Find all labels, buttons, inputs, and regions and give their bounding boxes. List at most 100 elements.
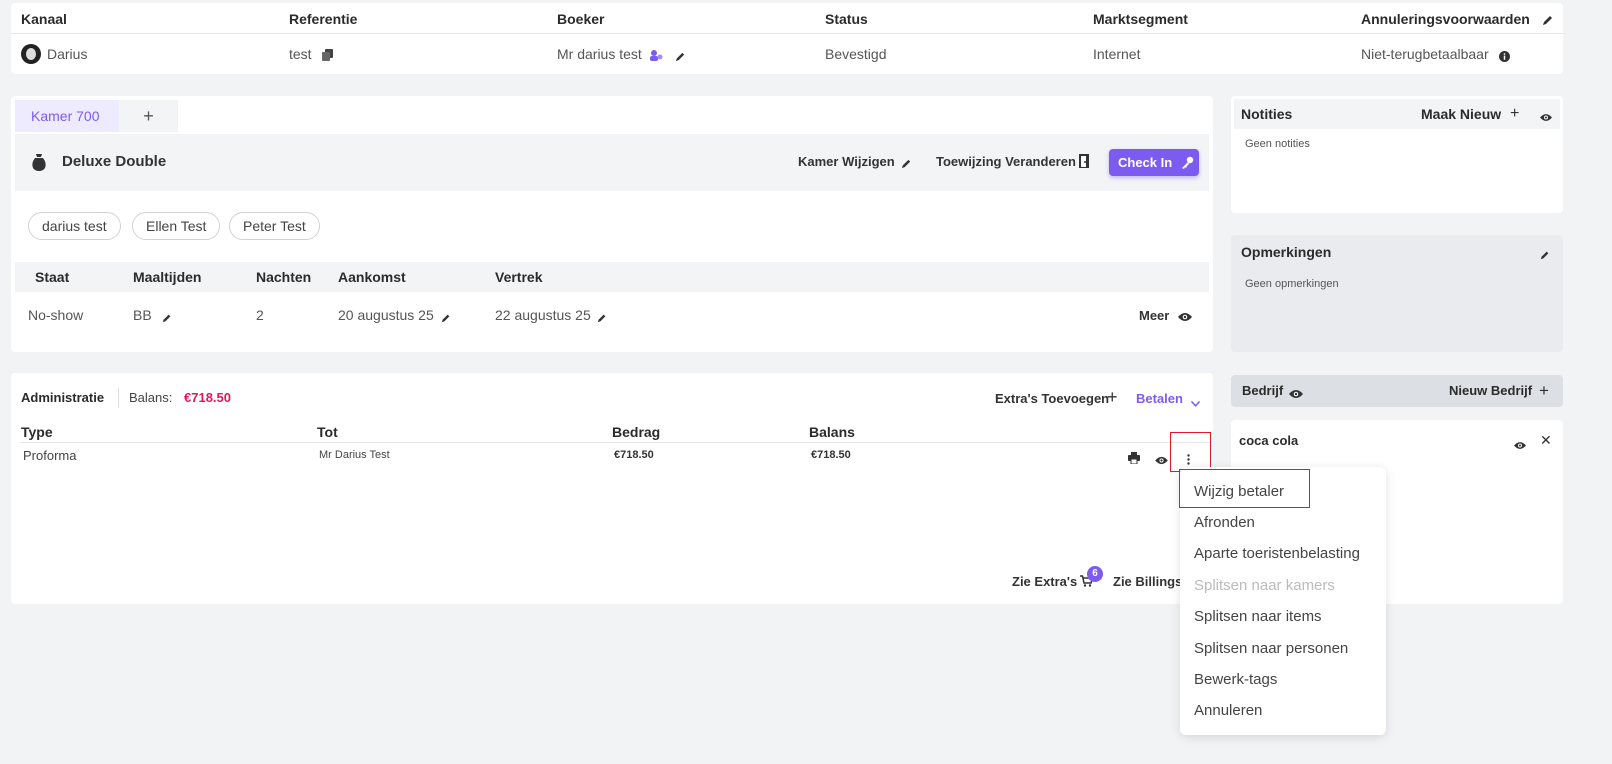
notes-title: Notities: [1241, 106, 1293, 122]
see-billings-button[interactable]: Zie Billings: [1113, 574, 1182, 589]
add-room-tab[interactable]: +: [119, 100, 178, 132]
header-divider: [11, 33, 1563, 34]
state-value: No-show: [28, 307, 84, 323]
col-vertrek: Vertrek: [495, 269, 543, 285]
guest-chip[interactable]: Ellen Test: [132, 212, 221, 240]
menu-item-split-persons[interactable]: Splitsen naar personen: [1194, 640, 1348, 657]
plus-icon[interactable]: +: [1107, 387, 1118, 408]
tab-room-700[interactable]: Kamer 700: [15, 100, 119, 132]
eye-icon[interactable]: [1540, 109, 1552, 125]
row-type: Proforma: [23, 448, 77, 463]
channel-avatar: [21, 44, 41, 64]
col-referentie: Referentie: [289, 11, 358, 27]
col-annuleringsvoorwaarden: Annuleringsvoorwaarden: [1361, 11, 1530, 27]
room-card: Kamer 700 + Deluxe Double Kamer Wijzigen…: [11, 96, 1213, 352]
col-maaltijden: Maaltijden: [133, 269, 202, 285]
edit-departure-icon[interactable]: [597, 310, 607, 326]
col-aankomst: Aankomst: [338, 269, 406, 285]
menu-item-split-items[interactable]: Splitsen naar items: [1194, 608, 1322, 625]
col-balans: Balans: [809, 424, 855, 440]
eye-icon[interactable]: [1289, 386, 1303, 402]
remarks-card: Opmerkingen Geen opmerkingen: [1231, 235, 1563, 352]
menu-item-cancel[interactable]: Annuleren: [1194, 702, 1262, 719]
highlight-change-payer: [1179, 469, 1310, 508]
room-toolbar: Deluxe Double Kamer Wijzigen Toewijzing …: [15, 134, 1209, 191]
col-tot: Tot: [317, 424, 338, 440]
change-room-button[interactable]: Kamer Wijzigen: [798, 154, 895, 169]
remarks-empty: Geen opmerkingen: [1245, 278, 1339, 290]
administration-card: Administratie Balans: €718.50 Extra's To…: [11, 373, 1213, 604]
chevron-down-icon[interactable]: [1190, 394, 1201, 410]
pencil-icon[interactable]: [901, 156, 912, 172]
col-bedrag: Bedrag: [612, 424, 661, 440]
pay-button[interactable]: Betalen: [1136, 391, 1183, 406]
guest-chip[interactable]: Peter Test: [229, 212, 320, 240]
menu-item-split-rooms: Splitsen naar kamers: [1194, 577, 1335, 594]
menu-item-finalize[interactable]: Afronden: [1194, 514, 1255, 531]
room-bag-icon: [31, 153, 47, 174]
cancellation-value: Niet-terugbetaalbaar: [1361, 46, 1489, 62]
edit-header-icon[interactable]: [1542, 13, 1554, 29]
guest-chip[interactable]: darius test: [28, 212, 121, 240]
reference-value: test: [289, 46, 312, 62]
change-assignment-button[interactable]: Toewijzing Veranderen: [936, 154, 1076, 169]
col-marktsegment: Marktsegment: [1093, 11, 1188, 27]
notes-card: Notities Maak Nieuw + Geen notities: [1231, 96, 1563, 213]
col-nachten: Nachten: [256, 269, 312, 285]
stay-table-header: Staat Maaltijden Nachten Aankomst Vertre…: [15, 262, 1209, 292]
menu-item-edit-tags[interactable]: Bewerk-tags: [1194, 671, 1277, 688]
notes-header: Notities Maak Nieuw +: [1234, 99, 1560, 129]
row-to: Mr Darius Test: [319, 449, 390, 461]
edit-remarks-icon[interactable]: [1540, 247, 1550, 263]
col-staat: Staat: [35, 269, 70, 285]
plus-icon[interactable]: +: [1510, 106, 1519, 122]
add-extras-button[interactable]: Extra's Toevoegen: [995, 391, 1109, 406]
tab-room-label: Kamer 700: [31, 108, 100, 124]
row-amount: €718.50: [614, 449, 654, 461]
company-title: Bedrijf: [1242, 383, 1284, 398]
info-icon[interactable]: [1499, 49, 1510, 65]
new-company-button[interactable]: Nieuw Bedrijf: [1449, 383, 1532, 398]
status-value: Bevestigd: [825, 46, 887, 62]
administration-title: Administratie: [21, 390, 105, 405]
company-header: Bedrijf Nieuw Bedrijf +: [1231, 375, 1563, 407]
close-icon[interactable]: ✕: [1540, 432, 1552, 449]
table-divider: [21, 442, 1211, 443]
arrival-value: 20 augustus 25: [338, 307, 434, 323]
door-icon[interactable]: [1079, 154, 1089, 171]
more-button[interactable]: Meer: [1139, 308, 1169, 323]
key-icon: [1181, 156, 1194, 172]
check-in-button[interactable]: Check In: [1109, 149, 1199, 176]
check-in-label: Check In: [1118, 155, 1173, 170]
eye-icon[interactable]: [1178, 309, 1192, 325]
nights-value: 2: [256, 307, 264, 323]
market-segment-value: Internet: [1093, 46, 1141, 62]
notes-empty: Geen notities: [1245, 138, 1310, 150]
remarks-title: Opmerkingen: [1241, 244, 1332, 260]
channel-value: Darius: [47, 46, 88, 62]
row-balance: €718.50: [811, 449, 851, 461]
see-extras-button[interactable]: Zie Extra's: [1012, 574, 1077, 589]
divider: [118, 388, 119, 408]
balance-label: Balans:: [129, 390, 173, 405]
print-icon[interactable]: [1128, 451, 1140, 467]
col-boeker: Boeker: [557, 11, 605, 27]
table-row: Proforma Mr Darius Test €718.50 €718.50: [11, 444, 1211, 472]
edit-booker-icon[interactable]: [675, 49, 686, 65]
copy-icon[interactable]: [322, 48, 333, 64]
meals-value: BB: [133, 307, 152, 323]
col-kanaal: Kanaal: [21, 11, 67, 27]
edit-arrival-icon[interactable]: [441, 310, 451, 326]
highlight-more-button: [1170, 432, 1211, 472]
departure-value: 22 augustus 25: [495, 307, 591, 323]
user-switch-icon[interactable]: [649, 48, 663, 64]
room-type-title: Deluxe Double: [62, 153, 167, 170]
extras-count-badge: 6: [1087, 566, 1103, 582]
menu-item-separate-tourist-tax[interactable]: Aparte toeristenbelasting: [1194, 545, 1360, 562]
edit-meals-icon[interactable]: [162, 310, 172, 326]
new-note-button[interactable]: Maak Nieuw: [1421, 106, 1501, 122]
eye-icon[interactable]: [1155, 452, 1168, 468]
eye-icon[interactable]: [1514, 437, 1526, 453]
balance-value: €718.50: [184, 390, 231, 405]
plus-icon[interactable]: +: [1539, 381, 1549, 401]
